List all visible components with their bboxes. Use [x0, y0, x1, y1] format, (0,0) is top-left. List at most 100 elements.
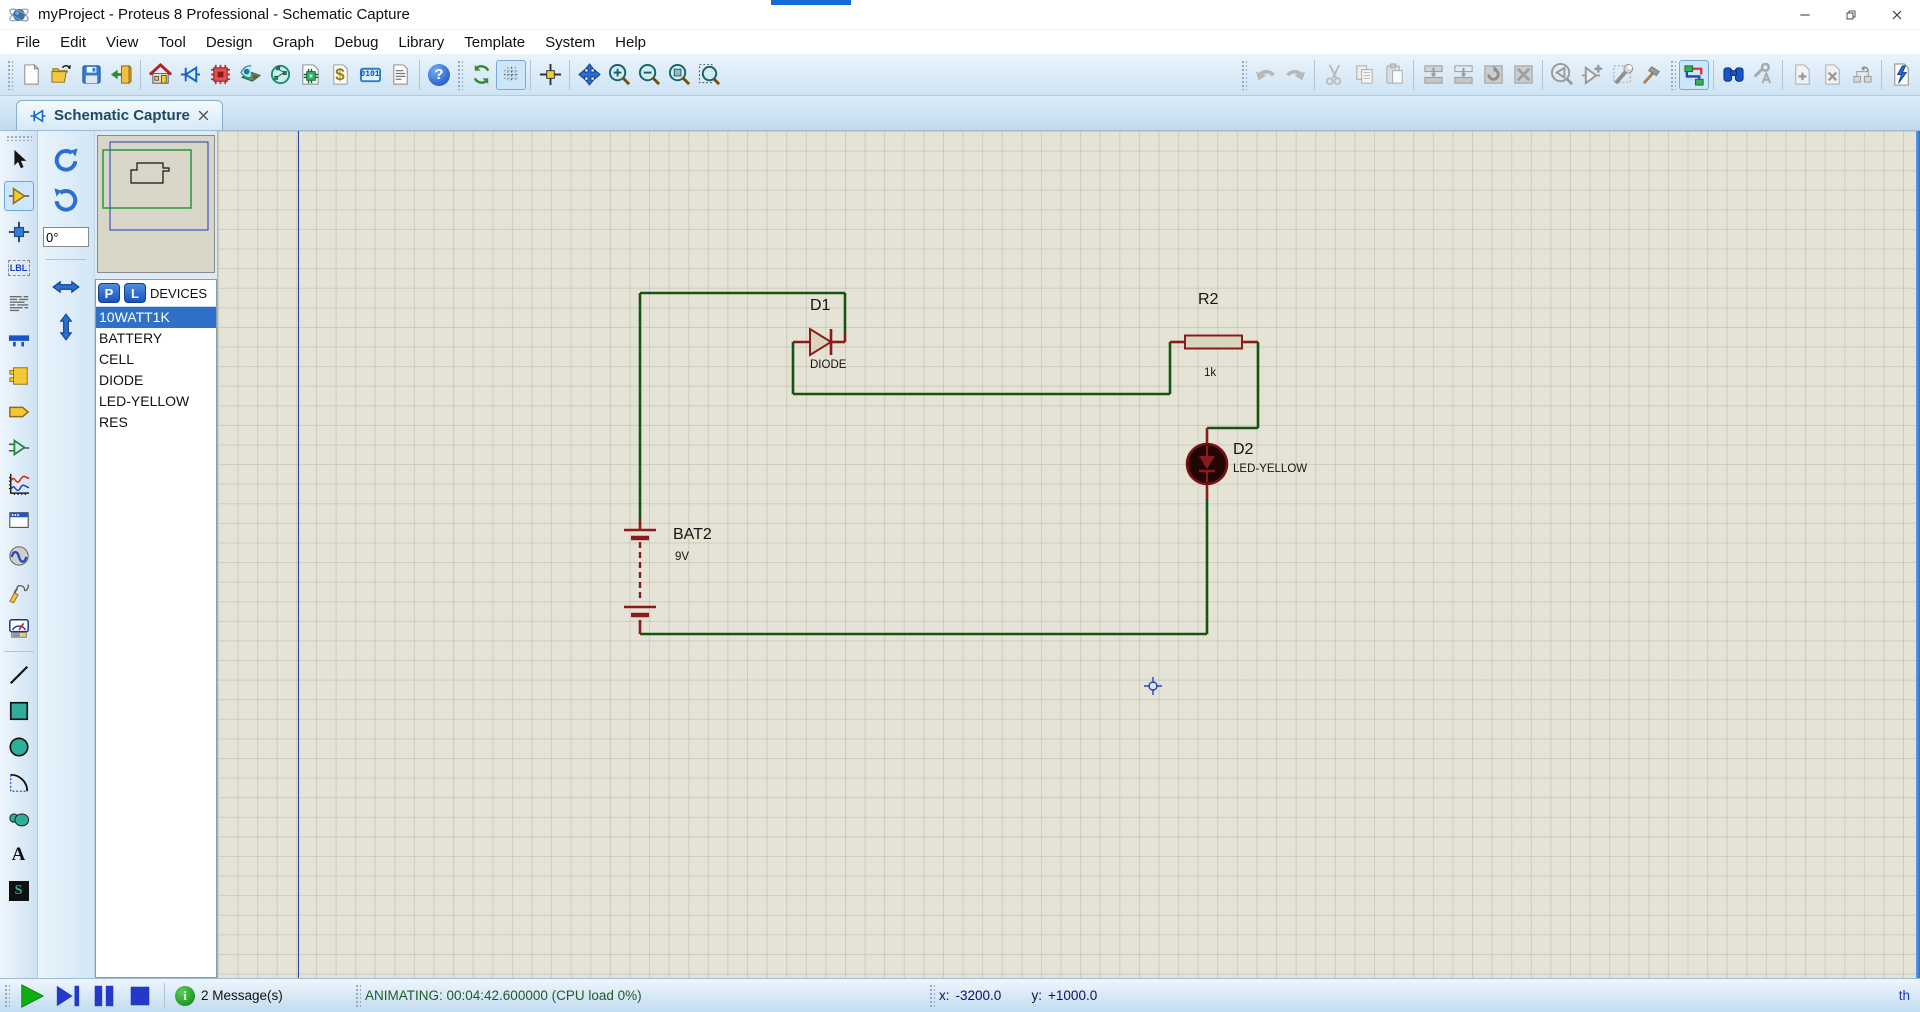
open-project-button[interactable]: [46, 60, 76, 90]
menu-file[interactable]: File: [6, 32, 50, 53]
device-item[interactable]: LED-YELLOW: [96, 391, 216, 412]
menu-library[interactable]: Library: [388, 32, 454, 53]
selection-mode-button[interactable]: [4, 145, 34, 175]
paste-button[interactable]: [1379, 60, 1409, 90]
subcircuit-mode-button[interactable]: [4, 361, 34, 391]
device-item[interactable]: 10WATT1K: [96, 307, 216, 328]
remove-sheet-button[interactable]: [1817, 60, 1847, 90]
junction-dot-mode-button[interactable]: [4, 217, 34, 247]
close-project-button[interactable]: [106, 60, 136, 90]
2d-circle-button[interactable]: [4, 732, 34, 762]
device-item[interactable]: DIODE: [96, 370, 216, 391]
graph-mode-button[interactable]: [4, 469, 34, 499]
menu-system[interactable]: System: [535, 32, 605, 53]
pan-button[interactable]: [574, 60, 604, 90]
generator-mode-button[interactable]: [4, 541, 34, 571]
pcb-layout-button[interactable]: [205, 60, 235, 90]
new-project-button[interactable]: [16, 60, 46, 90]
rotation-angle-field[interactable]: [43, 227, 89, 247]
redo-button[interactable]: [1280, 60, 1310, 90]
schematic-capture-button[interactable]: [175, 60, 205, 90]
redraw-button[interactable]: [466, 60, 496, 90]
help-button[interactable]: ?: [424, 60, 454, 90]
source-code-button[interactable]: 0101: [355, 60, 385, 90]
pause-button[interactable]: [86, 982, 122, 1010]
menu-debug[interactable]: Debug: [324, 32, 388, 53]
block-rotate-button[interactable]: [1478, 60, 1508, 90]
2d-line-button[interactable]: [4, 660, 34, 690]
device-item[interactable]: CELL: [96, 349, 216, 370]
stop-button[interactable]: [122, 982, 158, 1010]
schematic-canvas[interactable]: D1 DIODE R2 1k D2 LED-YELLOW BAT2 9V: [218, 131, 1920, 978]
close-button[interactable]: [1874, 0, 1920, 30]
property-assignment-button[interactable]: [1748, 60, 1778, 90]
overview-minimap[interactable]: [97, 135, 215, 273]
copy-button[interactable]: [1349, 60, 1379, 90]
wire-autorouter-button[interactable]: [1679, 60, 1709, 90]
design-notes-button[interactable]: [385, 60, 415, 90]
component-mode-button[interactable]: [4, 181, 34, 211]
2d-symbol-button[interactable]: S: [4, 876, 34, 906]
menu-graph[interactable]: Graph: [263, 32, 325, 53]
menu-edit[interactable]: Edit: [50, 32, 96, 53]
packaging-tool-button[interactable]: [1607, 60, 1637, 90]
search-tag-button[interactable]: [1718, 60, 1748, 90]
tab-close-button[interactable]: [197, 109, 210, 122]
origin-button[interactable]: [535, 60, 565, 90]
wire-label-mode-button[interactable]: LBL: [4, 253, 34, 283]
design-explorer-button[interactable]: [295, 60, 325, 90]
electrical-rule-check-button[interactable]: [1886, 60, 1916, 90]
new-sheet-button[interactable]: [1787, 60, 1817, 90]
goto-sheet-button[interactable]: [1847, 60, 1877, 90]
device-item[interactable]: BATTERY: [96, 328, 216, 349]
block-copy-button[interactable]: [1418, 60, 1448, 90]
tape-recorder-mode-button[interactable]: [4, 505, 34, 535]
pick-parts-button[interactable]: P: [98, 283, 120, 303]
bus-mode-button[interactable]: [4, 325, 34, 355]
2d-box-button[interactable]: [4, 696, 34, 726]
mirror-horizontal-button[interactable]: [49, 270, 83, 304]
block-move-button[interactable]: [1448, 60, 1478, 90]
mirror-vertical-button[interactable]: [49, 310, 83, 344]
2d-path-button[interactable]: [4, 804, 34, 834]
save-project-button[interactable]: [76, 60, 106, 90]
library-manager-button[interactable]: L: [124, 283, 146, 303]
2d-arc-button[interactable]: [4, 768, 34, 798]
step-button[interactable]: [50, 982, 86, 1010]
pick-device-button[interactable]: [1547, 60, 1577, 90]
rotate-cw-button[interactable]: [49, 143, 83, 177]
rotate-ccw-button[interactable]: [49, 183, 83, 217]
zoom-extents-button[interactable]: [664, 60, 694, 90]
terminal-mode-button[interactable]: [4, 397, 34, 427]
cut-button[interactable]: [1319, 60, 1349, 90]
undo-button[interactable]: [1250, 60, 1280, 90]
menu-design[interactable]: Design: [196, 32, 263, 53]
device-pin-mode-button[interactable]: [4, 433, 34, 463]
menu-template[interactable]: Template: [454, 32, 535, 53]
minimize-button[interactable]: [1782, 0, 1828, 30]
play-button[interactable]: [14, 982, 50, 1010]
zoom-in-button[interactable]: [604, 60, 634, 90]
voltage-probe-mode-button[interactable]: [4, 577, 34, 607]
zoom-out-button[interactable]: [634, 60, 664, 90]
gerber-viewer-button[interactable]: [265, 60, 295, 90]
tab-schematic-capture[interactable]: Schematic Capture: [16, 100, 223, 130]
3d-visualizer-button[interactable]: [235, 60, 265, 90]
make-device-button[interactable]: [1577, 60, 1607, 90]
bill-of-materials-button[interactable]: $: [325, 60, 355, 90]
home-page-button[interactable]: [145, 60, 175, 90]
instrument-mode-button[interactable]: [4, 613, 34, 643]
menu-help[interactable]: Help: [605, 32, 656, 53]
2d-text-button[interactable]: A: [4, 840, 34, 870]
block-delete-button[interactable]: [1508, 60, 1538, 90]
info-icon[interactable]: i: [175, 986, 195, 1006]
grid-toggle-button[interactable]: [496, 60, 526, 90]
device-item[interactable]: RES: [96, 412, 216, 433]
zoom-area-button[interactable]: [694, 60, 724, 90]
restore-button[interactable]: [1828, 0, 1874, 30]
text-script-mode-button[interactable]: [4, 289, 34, 319]
menu-view[interactable]: View: [96, 32, 148, 53]
menu-tool[interactable]: Tool: [148, 32, 196, 53]
message-count[interactable]: 2 Message(s): [201, 988, 351, 1003]
decompose-button[interactable]: [1637, 60, 1667, 90]
